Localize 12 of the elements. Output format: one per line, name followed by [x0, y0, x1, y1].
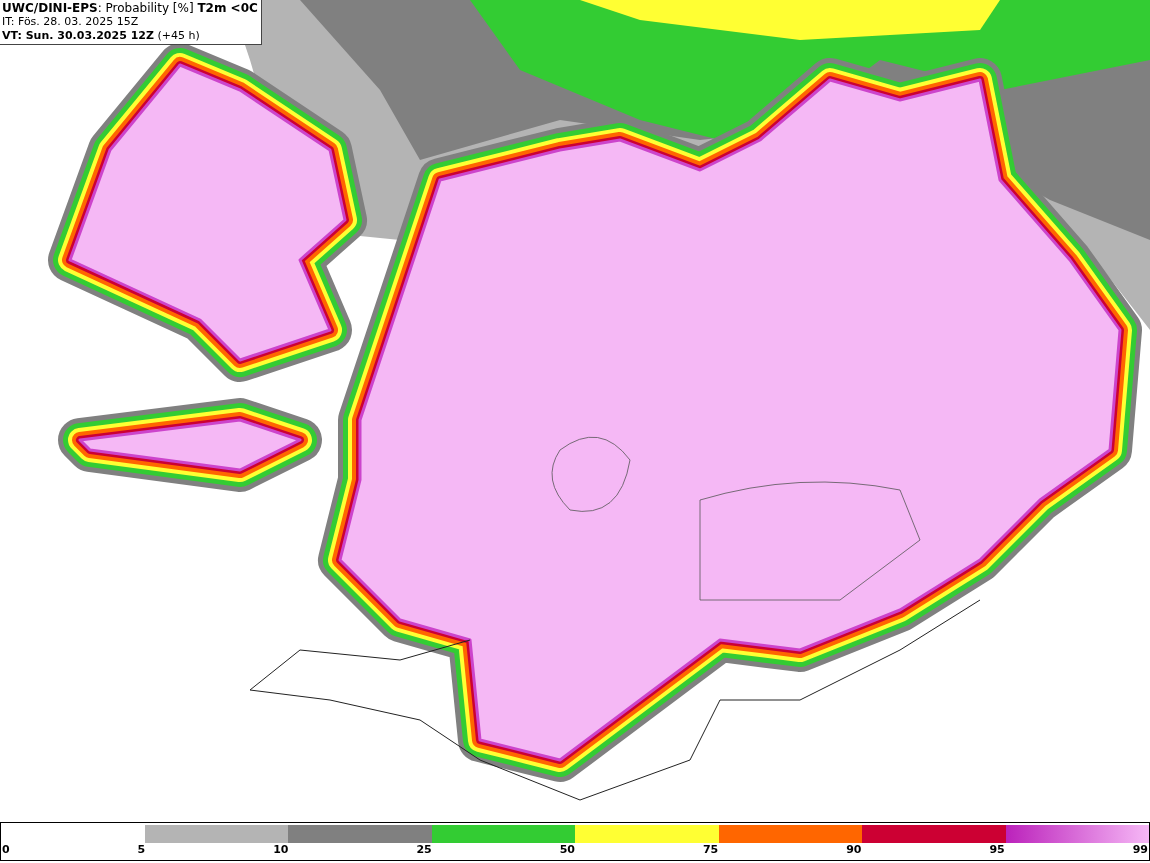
scale-label: 75 [702, 843, 719, 857]
scale-label: 95 [989, 843, 1005, 857]
scale-label: 10 [273, 843, 289, 857]
scale-label: 0 [2, 843, 10, 857]
scale-label: 5 [137, 843, 146, 857]
scale-label: 90 [846, 843, 862, 857]
map-title-line: UWC/DINI-EPS: Probability [%] T2m <0C [2, 1, 258, 15]
scale-label: 25 [416, 843, 432, 857]
map-title-line: IT: Fös. 28. 03. 2025 15Z [2, 15, 140, 29]
map-title-line: VT: Sun. 30.03.2025 12Z (+45 h) [2, 29, 201, 43]
scale-label: 50 [559, 843, 575, 857]
scale-label: 99 [1132, 843, 1148, 857]
